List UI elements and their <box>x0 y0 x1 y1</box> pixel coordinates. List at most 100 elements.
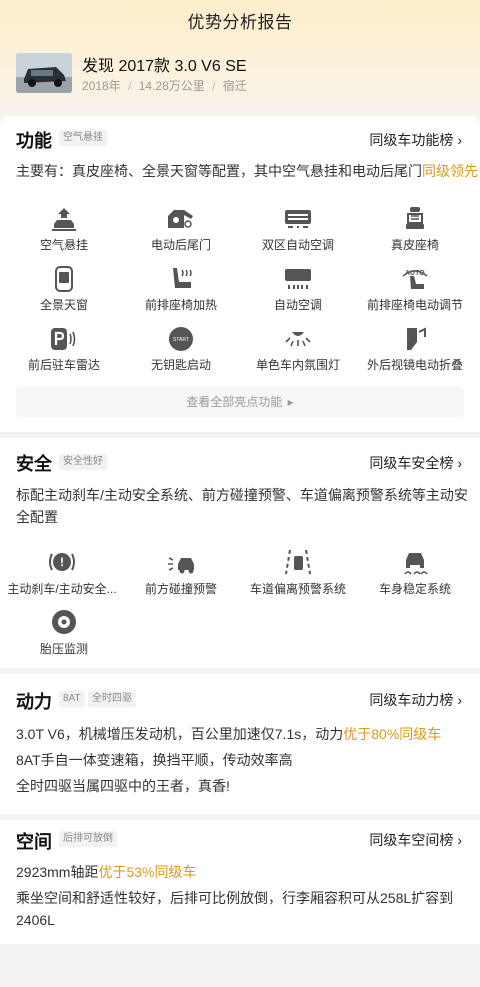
safety-tag: 安全性好 <box>59 454 107 470</box>
view-all-features-button[interactable]: 查看全部亮点功能 ▸ <box>16 387 464 417</box>
feature-dual-zone-ac[interactable]: 双区自动空调 <box>238 206 358 253</box>
lane-departure-icon <box>285 549 311 575</box>
feature-label: 无钥匙启动 <box>150 358 211 372</box>
section-title-safety: 安全 <box>16 454 52 474</box>
power-tag-transmission: 8AT <box>59 691 85 707</box>
feature-label: 单色车内氛围灯 <box>255 358 340 372</box>
section-title-space: 空间 <box>16 832 52 852</box>
car-year: 2018年 <box>82 79 121 93</box>
power-rank-link[interactable]: 同级车动力榜 › <box>369 690 462 710</box>
power-seat-adjust-icon: AUTO <box>402 270 428 289</box>
car-thumbnail <box>16 53 72 93</box>
mirror-fold-icon <box>407 327 426 350</box>
space-desc-line: 2923mm轴距优于53%同级车 <box>16 864 197 880</box>
meta-separator: / <box>212 79 216 93</box>
triangle-right-icon: ▸ <box>287 395 294 409</box>
collision-warning-icon <box>168 557 194 574</box>
stability-control-icon <box>404 553 428 575</box>
feature-parking-radar[interactable]: 前后驻车雷达 <box>4 326 124 373</box>
space-description: 2923mm轴距优于53%同级车 乘坐空间和舒适性较好，后排可比例放倒，行李厢容… <box>16 861 453 931</box>
feature-panoramic-sunroof[interactable]: 全景天窗 <box>4 266 124 313</box>
space-desc-line: 2406L <box>16 912 55 928</box>
tire-pressure-icon <box>52 610 76 634</box>
active-braking-icon: ! <box>49 553 75 571</box>
feature-label: 自动空调 <box>273 298 322 312</box>
power-desc-line: 8AT手自一体变速箱，换挡平顺，传动效率高 <box>16 752 293 768</box>
power-desc-line: 3.0T V6，机械增压发动机，百公里加速仅7.1s，动力优于80%同级车 <box>16 726 442 742</box>
feature-label: 胎压监测 <box>39 642 88 656</box>
feature-front-seat-heating[interactable]: 前排座椅加热 <box>121 266 241 313</box>
rank-link-label: 同级车空间榜 <box>369 832 454 848</box>
function-rank-link[interactable]: 同级车功能榜 › <box>369 130 462 150</box>
feature-label: 全景天窗 <box>39 298 88 312</box>
feature-keyless-start[interactable]: START 无钥匙启动 <box>121 326 241 373</box>
feature-label: 车身稳定系统 <box>378 582 451 596</box>
feature-leather-seats[interactable]: 真皮座椅 <box>355 206 475 253</box>
space-tag: 后排可放倒 <box>59 831 117 847</box>
safety-desc-line: 全配置 <box>16 509 58 525</box>
power-desc-line: 全时四驱当属四驱中的王者，真香! <box>16 778 230 794</box>
feature-auto-ac[interactable]: 自动空调 <box>238 266 358 313</box>
car-mileage: 14.28万公里 <box>138 79 205 93</box>
keyless-start-icon: START <box>169 327 193 351</box>
feature-tire-pressure[interactable]: 胎压监测 <box>4 608 124 657</box>
feature-power-seat-adjust[interactable]: AUTO 前排座椅电动调节 <box>355 266 475 313</box>
seat-heating-icon <box>173 268 192 288</box>
feature-label: 前排座椅电动调节 <box>366 298 463 312</box>
power-description: 3.0T V6，机械增压发动机，百公里加速仅7.1s，动力优于80%同级车 8A… <box>16 721 441 799</box>
rank-link-label: 同级车安全榜 <box>369 455 454 471</box>
meta-separator: / <box>128 79 132 93</box>
feature-lane-departure[interactable]: 车道偏离预警系统 <box>238 548 358 597</box>
page-title: 优势分析报告 <box>187 13 293 32</box>
feature-mirror-fold[interactable]: 外后视镜电动折叠 <box>355 326 475 373</box>
start-text: START <box>173 337 189 343</box>
feature-label: 电动后尾门 <box>150 238 211 252</box>
car-city: 宿迁 <box>222 79 247 93</box>
feature-active-braking[interactable]: ! 主动刹车/主动安全... <box>2 548 122 597</box>
rank-link-label: 同级车动力榜 <box>369 692 454 708</box>
chevron-right-icon: › <box>457 455 462 471</box>
function-description: 主要有：真皮座椅、全景天窗等配置，其中空气悬挂和电动后尾门同级领先 <box>16 160 478 182</box>
view-all-label: 查看全部亮点功能 <box>186 395 283 409</box>
feature-label: 空气悬挂 <box>39 238 88 252</box>
car-photo-icon <box>16 53 72 93</box>
air-suspension-icon <box>52 208 76 231</box>
ambient-light-icon <box>285 332 311 347</box>
feature-label: 前排座椅加热 <box>144 298 217 312</box>
car-meta: 2018年 / 14.28万公里 / 宿迁 <box>82 77 247 94</box>
feature-label: 车道偏离预警系统 <box>249 582 346 596</box>
power-tag-drive: 全时四驱 <box>88 691 136 707</box>
rank-link-label: 同级车功能榜 <box>369 132 454 148</box>
dual-zone-ac-icon <box>285 210 311 228</box>
safety-rank-link[interactable]: 同级车安全榜 › <box>369 453 462 473</box>
feature-collision-warning[interactable]: 前方碰撞预警 <box>121 548 241 597</box>
feature-label: 主动刹车/主动安全... <box>7 582 117 596</box>
function-desc-text: 主要有：真皮座椅、全景天窗等配置，其中空气悬挂和电动后尾门 <box>16 163 422 179</box>
space-desc-line: 乘坐空间和舒适性较好，后排可比例放倒，行李厢容积可从258L扩容到 <box>16 890 454 906</box>
chevron-right-icon: › <box>457 692 462 708</box>
safety-desc-line: 标配主动刹车/主动安全系统、前方碰撞预警、车道偏离预警系统等主动安 <box>16 487 468 503</box>
chevron-right-icon: › <box>457 832 462 848</box>
feature-power-tailgate[interactable]: 电动后尾门 <box>121 206 241 253</box>
safety-description: 标配主动刹车/主动安全系统、前方碰撞预警、车道偏离预警系统等主动安 全配置 <box>16 484 468 528</box>
space-rank-link[interactable]: 同级车空间榜 › <box>369 830 462 850</box>
feature-label: 前方碰撞预警 <box>144 582 217 596</box>
feature-air-suspension[interactable]: 空气悬挂 <box>4 206 124 253</box>
section-title-function: 功能 <box>16 131 52 151</box>
chevron-right-icon: › <box>457 132 462 148</box>
power-tailgate-icon <box>168 210 193 228</box>
feature-stability-control[interactable]: 车身稳定系统 <box>355 548 475 597</box>
function-highlight: 同级领先 <box>422 163 478 179</box>
exclamation-text: ! <box>60 555 64 569</box>
feature-label: 双区自动空调 <box>261 238 334 252</box>
feature-label: 真皮座椅 <box>390 238 439 252</box>
auto-ac-icon <box>285 269 311 289</box>
section-title-power: 动力 <box>16 692 52 712</box>
sunroof-icon <box>55 266 73 292</box>
car-title: 发现 2017款 3.0 V6 SE <box>82 58 247 75</box>
leather-seat-icon <box>406 207 424 229</box>
feature-label: 前后驻车雷达 <box>27 358 100 372</box>
feature-ambient-light[interactable]: 单色车内氛围灯 <box>238 326 358 373</box>
function-tag: 空气悬挂 <box>59 130 107 146</box>
space-highlight: 优于53%同级车 <box>98 864 197 880</box>
